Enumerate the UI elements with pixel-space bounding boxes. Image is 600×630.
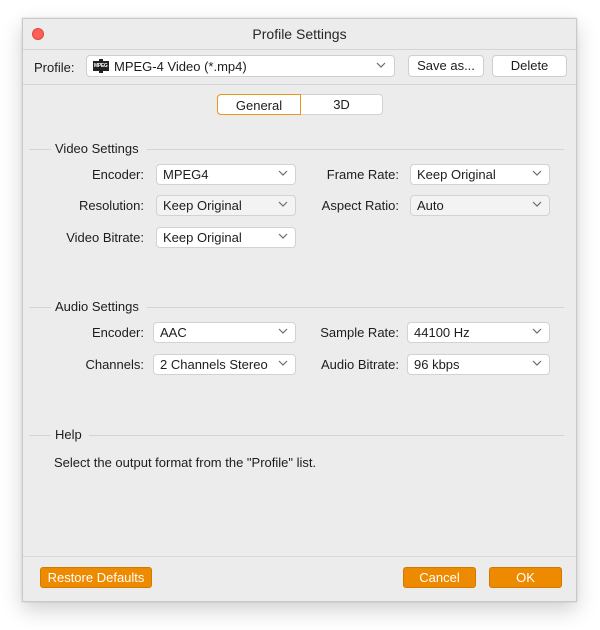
audio-encoder-select[interactable]: AAC (153, 322, 296, 343)
audio-encoder-value: AAC (160, 325, 187, 340)
title-bar: Profile Settings (23, 19, 576, 49)
tab-switcher: General 3D (217, 94, 383, 115)
help-heading: Help (23, 427, 564, 442)
window-title: Profile Settings (252, 26, 347, 42)
chevron-down-icon (278, 360, 288, 367)
divider (29, 435, 51, 436)
video-settings-title: Video Settings (55, 141, 139, 156)
video-settings-heading: Video Settings (23, 141, 564, 156)
profile-value: MPEG-4 Video (*.mp4) (114, 59, 247, 74)
audio-settings-title: Audio Settings (55, 299, 139, 314)
footer-divider (23, 556, 576, 557)
chevron-down-icon (278, 233, 288, 240)
sample-rate-label: Sample Rate: (320, 325, 399, 340)
chevron-down-icon (278, 170, 288, 177)
profile-label: Profile: (34, 60, 75, 75)
help-text: Select the output format from the "Profi… (54, 455, 317, 470)
divider (147, 307, 564, 308)
help-title: Help (55, 427, 82, 442)
divider (29, 307, 51, 308)
frame-rate-select[interactable]: Keep Original (410, 164, 550, 185)
mpeg-film-icon: MPEG (93, 59, 109, 73)
restore-defaults-button[interactable]: Restore Defaults (40, 567, 152, 588)
audio-settings-heading: Audio Settings (23, 299, 564, 314)
audio-bitrate-value: 96 kbps (414, 357, 460, 372)
video-encoder-label: Encoder: (91, 167, 144, 182)
audio-bitrate-label: Audio Bitrate: (320, 357, 399, 372)
audio-bitrate-select[interactable]: 96 kbps (407, 354, 550, 375)
channels-value: 2 Channels Stereo (160, 357, 268, 372)
chevron-down-icon (532, 201, 542, 208)
frame-rate-label: Frame Rate: (326, 167, 399, 182)
frame-rate-value: Keep Original (417, 167, 496, 182)
aspect-ratio-value: Auto (417, 198, 444, 213)
channels-label: Channels: (85, 357, 144, 372)
divider (29, 149, 51, 150)
resolution-value: Keep Original (163, 198, 242, 213)
profile-select[interactable]: MPEG MPEG-4 Video (*.mp4) (86, 55, 395, 77)
video-encoder-select[interactable]: MPEG4 (156, 164, 296, 185)
divider (147, 149, 564, 150)
video-bitrate-value: Keep Original (163, 230, 242, 245)
video-encoder-value: MPEG4 (163, 167, 209, 182)
sample-rate-select[interactable]: 44100 Hz (407, 322, 550, 343)
profile-settings-window: Profile Settings Profile: MPEG MPEG-4 Vi… (22, 18, 577, 602)
aspect-ratio-label: Aspect Ratio: (321, 198, 399, 213)
profile-toolbar: Profile: MPEG MPEG-4 Video (*.mp4) Save … (23, 49, 576, 85)
ok-button[interactable]: OK (489, 567, 562, 588)
chevron-down-icon (532, 170, 542, 177)
tab-general[interactable]: General (217, 94, 301, 115)
chevron-down-icon (376, 62, 386, 69)
tab-3d[interactable]: 3D (301, 95, 382, 114)
sample-rate-value: 44100 Hz (414, 325, 470, 340)
resolution-select[interactable]: Keep Original (156, 195, 296, 216)
audio-encoder-label: Encoder: (91, 325, 144, 340)
channels-select[interactable]: 2 Channels Stereo (153, 354, 296, 375)
chevron-down-icon (532, 328, 542, 335)
video-bitrate-select[interactable]: Keep Original (156, 227, 296, 248)
aspect-ratio-select[interactable]: Auto (410, 195, 550, 216)
resolution-label: Resolution: (78, 198, 144, 213)
chevron-down-icon (278, 201, 288, 208)
video-bitrate-label: Video Bitrate: (66, 230, 144, 245)
save-as-button[interactable]: Save as... (408, 55, 484, 77)
chevron-down-icon (278, 328, 288, 335)
delete-button[interactable]: Delete (492, 55, 567, 77)
divider (89, 435, 564, 436)
chevron-down-icon (532, 360, 542, 367)
cancel-button[interactable]: Cancel (403, 567, 476, 588)
